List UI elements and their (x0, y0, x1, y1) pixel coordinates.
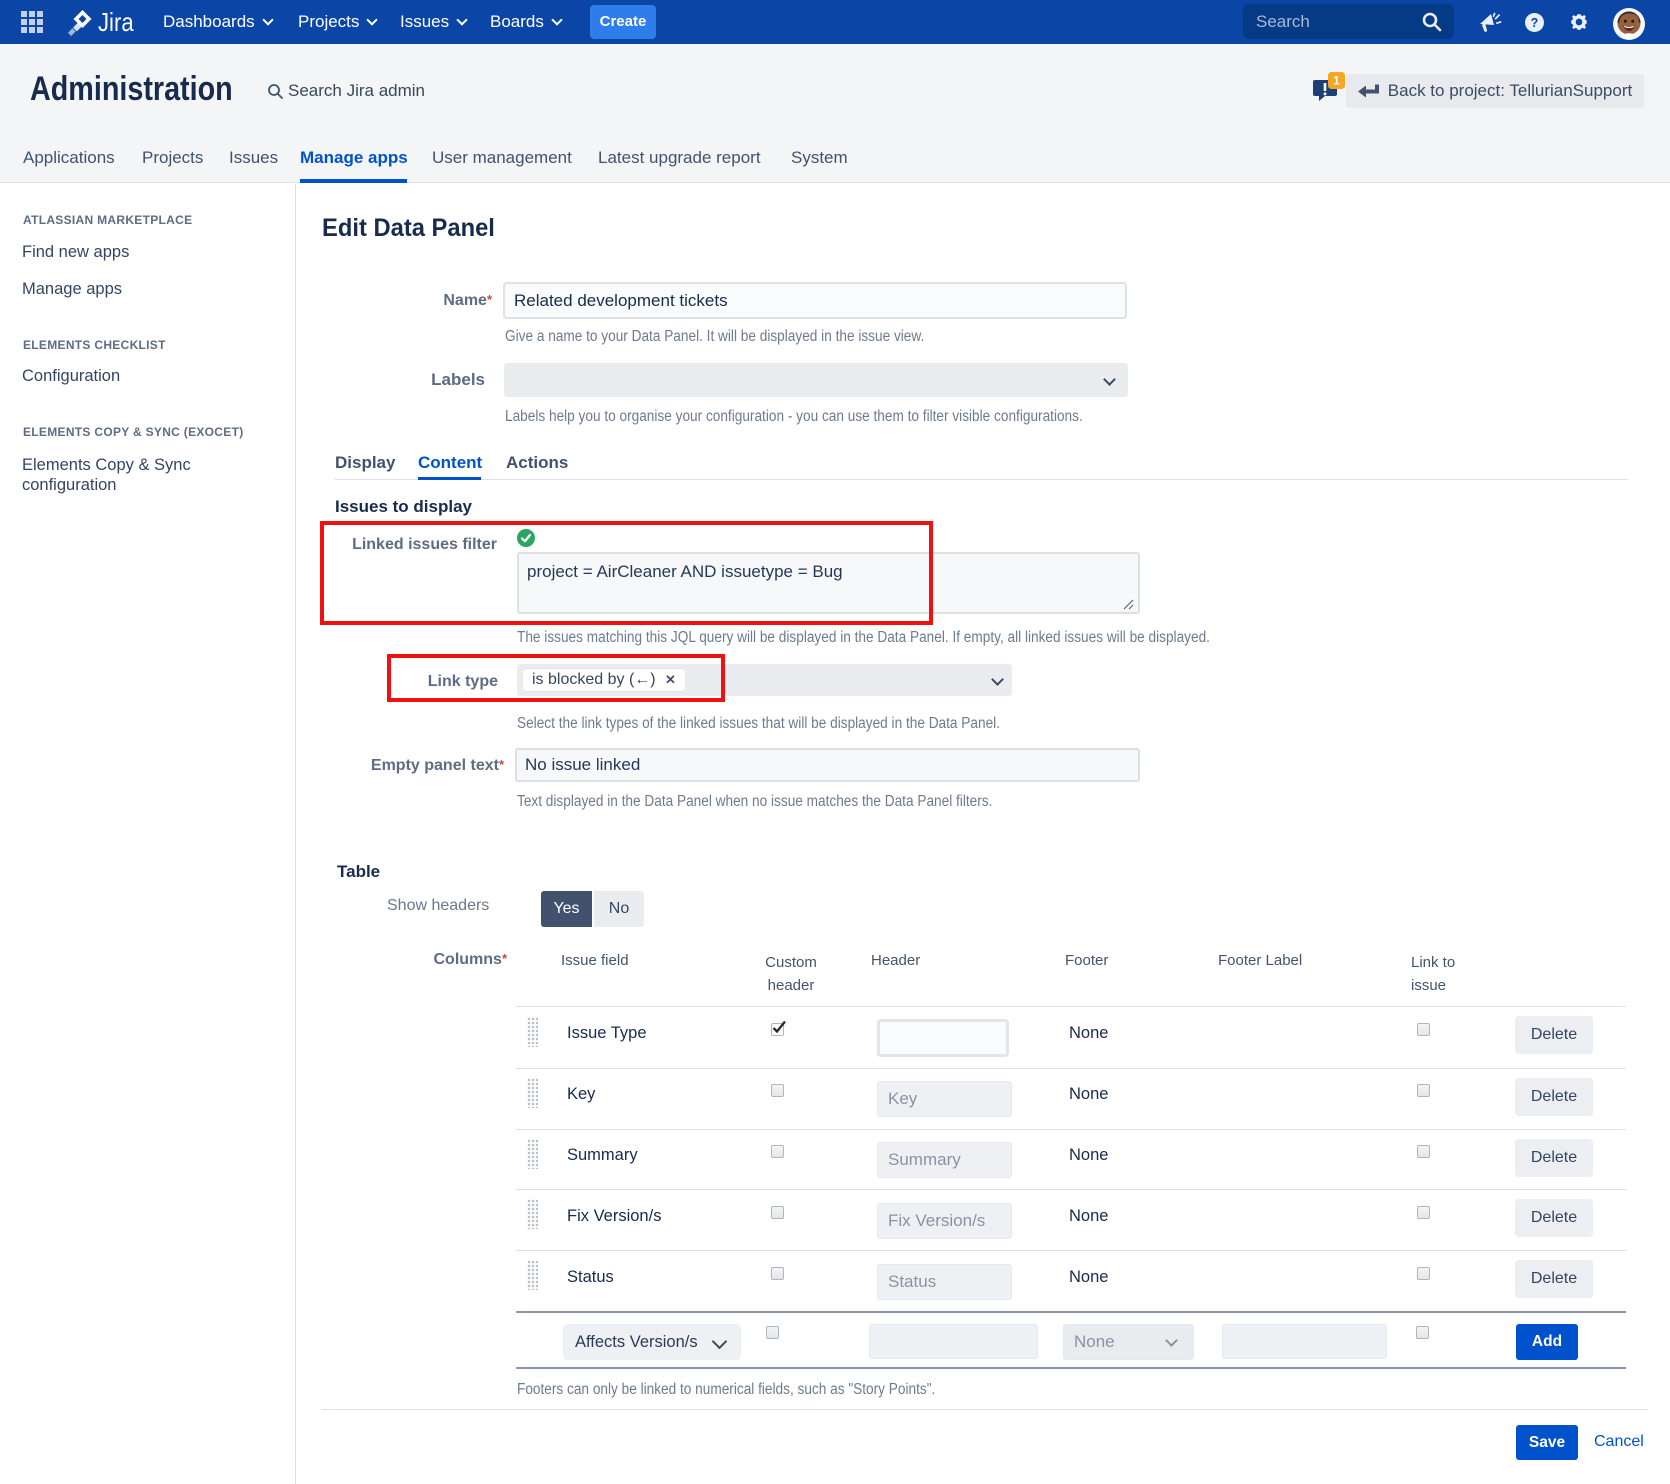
svg-text:1: 1 (1333, 76, 1340, 88)
svg-text:?: ? (1531, 16, 1539, 30)
